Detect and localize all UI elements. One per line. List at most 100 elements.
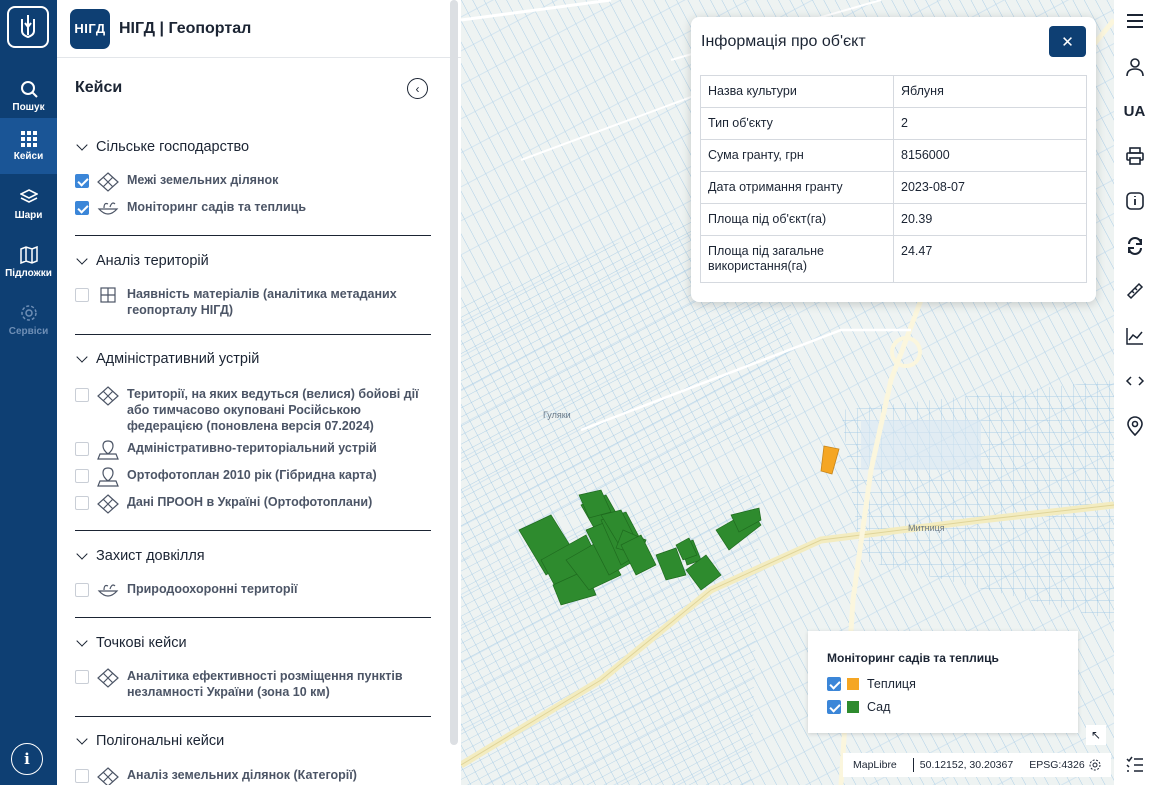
- refresh-button[interactable]: [1114, 228, 1155, 264]
- case-item-land-categories[interactable]: Аналіз земельних ділянок (Категорії): [75, 767, 431, 785]
- collapse-panel-button[interactable]: ‹: [407, 78, 428, 99]
- section-territory-analysis[interactable]: Аналіз територій: [75, 251, 431, 271]
- gear-icon[interactable]: [1089, 759, 1101, 771]
- checkbox[interactable]: [827, 677, 841, 691]
- checkbox[interactable]: [75, 174, 89, 188]
- cursor-coordinates: 50.12152, 30.20367: [919, 759, 1014, 771]
- table-row: Дата отримання гранту 2023-08-07: [700, 171, 1087, 204]
- place-label-huliaky: Гуляки: [543, 410, 571, 420]
- account-button[interactable]: [1114, 49, 1155, 85]
- rail-services-label: Сервіси: [8, 325, 49, 337]
- legend-item-greenhouse[interactable]: Теплиця: [827, 677, 916, 691]
- compare-button[interactable]: [1114, 363, 1155, 399]
- checklist-icon: [1125, 756, 1143, 772]
- case-label: Аналітика ефективності розміщення пункті…: [127, 669, 403, 699]
- attr-value: 2: [893, 107, 1087, 140]
- case-item-orchards[interactable]: Моніторинг садів та теплиць: [75, 199, 431, 219]
- case-label: Ортофотоплан 2010 рік (Гібридна карта): [127, 468, 377, 482]
- section-polygon-cases[interactable]: Полігональні кейси: [75, 731, 431, 751]
- chart-line-icon: [1125, 328, 1143, 345]
- case-label: Природоохоронні території: [127, 582, 298, 596]
- case-item-admin-units[interactable]: Адміністративно-територіальний устрій: [75, 440, 431, 460]
- checkbox[interactable]: [75, 583, 89, 597]
- checkbox[interactable]: [75, 469, 89, 483]
- case-item-undp[interactable]: Дані ПРООН в Україні (Ортофотоплани): [75, 494, 431, 514]
- checkbox[interactable]: [75, 288, 89, 302]
- case-item-occupied[interactable]: Території, на яких ведуться (велися) бой…: [75, 386, 431, 434]
- coat-of-arms-logo[interactable]: [7, 6, 49, 48]
- checkbox[interactable]: [75, 388, 89, 402]
- app: Пошук Кейси Шари Підложки Сервіси i НІГД…: [0, 0, 1155, 785]
- checkbox[interactable]: [75, 496, 89, 510]
- orchard-icon: [97, 202, 119, 215]
- checkbox[interactable]: [75, 670, 89, 684]
- section-environment[interactable]: Захист довкілля: [75, 546, 431, 566]
- legend-item-orchard[interactable]: Сад: [827, 700, 890, 714]
- map-attribution-bar: MapLibre 50.12152, 30.20367 EPSG:4326: [843, 753, 1111, 777]
- rail-layers-button[interactable]: Шари: [0, 176, 57, 232]
- case-item-parcels[interactable]: Межі земельних ділянок: [75, 172, 431, 192]
- info-button[interactable]: i: [11, 743, 43, 775]
- rail-cases-button[interactable]: Кейси: [0, 118, 57, 174]
- checkbox[interactable]: [75, 442, 89, 456]
- info-icon: [1125, 192, 1144, 210]
- section-point-cases[interactable]: Точкові кейси: [75, 633, 431, 653]
- case-item-materials[interactable]: Наявність матеріалів (аналітика метадани…: [75, 286, 431, 318]
- attr-key: Тип об'єкту: [700, 107, 894, 140]
- attr-key: Площа під загальне використання(га): [700, 235, 894, 283]
- table-row: Площа під об'єкт(га) 20.39: [700, 203, 1087, 236]
- attr-key: Дата отримання гранту: [700, 171, 894, 204]
- case-item-orthophoto-2010[interactable]: Ортофотоплан 2010 рік (Гібридна карта): [75, 467, 431, 487]
- section-title: Сільське господарство: [96, 139, 250, 155]
- close-popup-button[interactable]: ✕: [1049, 26, 1086, 57]
- brand-title: НІГД | Геопортал: [119, 19, 252, 37]
- legend-collapse-button[interactable]: ↖: [1086, 725, 1106, 745]
- orchard-swatch: [847, 701, 859, 713]
- panel-title: Кейси: [75, 79, 123, 96]
- menu-button[interactable]: [1114, 3, 1155, 39]
- checklist-button[interactable]: [1114, 747, 1155, 783]
- location-pin-icon: [97, 467, 119, 487]
- rail-layers-label: Шари: [14, 209, 43, 221]
- legend-label: Теплиця: [867, 677, 916, 691]
- grid-icon: [20, 130, 37, 147]
- rail-search-label: Пошук: [12, 101, 45, 113]
- rail-search-button[interactable]: Пошук: [0, 68, 57, 124]
- section-title: Полігональні кейси: [96, 733, 225, 749]
- checkbox[interactable]: [827, 700, 841, 714]
- section-title: Захист довкілля: [96, 548, 205, 564]
- attr-key: Площа під об'єкт(га): [700, 203, 894, 236]
- print-button[interactable]: [1114, 138, 1155, 174]
- place-label-mytnytsia: Митниця: [908, 523, 945, 533]
- checkbox[interactable]: [75, 201, 89, 215]
- measure-button[interactable]: [1114, 273, 1155, 309]
- attr-value: Яблуня: [893, 75, 1087, 108]
- section-admin[interactable]: Адміністративний устрій: [75, 349, 431, 369]
- case-label: Адміністративно-територіальний устрій: [127, 441, 377, 455]
- parcels-icon: [97, 494, 119, 514]
- chevron-down-icon: [76, 733, 88, 745]
- panel-scrollbar[interactable]: [450, 0, 458, 745]
- locate-button[interactable]: [1114, 408, 1155, 444]
- rail-basemaps-button[interactable]: Підложки: [0, 234, 57, 290]
- crs-label: EPSG:4326: [1029, 759, 1085, 771]
- checkbox[interactable]: [75, 769, 89, 783]
- rail-services-button[interactable]: Сервіси: [0, 292, 57, 348]
- elevation-profile-button[interactable]: [1114, 318, 1155, 354]
- case-item-protected-areas[interactable]: Природоохоронні території: [75, 581, 431, 601]
- location-pin-icon: [97, 440, 119, 460]
- attr-key: Назва культури: [700, 75, 894, 108]
- maplibre-attribution[interactable]: MapLibre: [853, 759, 897, 771]
- language-button[interactable]: UA: [1114, 93, 1155, 129]
- table-row: Тип об'єкту 2: [700, 107, 1087, 140]
- location-pin-icon: [1126, 416, 1143, 436]
- nigd-logo[interactable]: НІГД: [70, 8, 110, 49]
- table-row: Сума гранту, грн 8156000: [700, 139, 1087, 172]
- case-label: Території, на яких ведуться (велися) бой…: [127, 387, 419, 433]
- parcels-icon: [97, 172, 119, 192]
- feature-info-button[interactable]: [1114, 183, 1155, 219]
- hamburger-icon: [1126, 14, 1143, 28]
- section-agriculture[interactable]: Сільське господарство: [75, 137, 431, 157]
- chevron-left-icon: ‹: [415, 81, 420, 96]
- case-item-invincibility-points[interactable]: Аналітика ефективності розміщення пункті…: [75, 668, 431, 700]
